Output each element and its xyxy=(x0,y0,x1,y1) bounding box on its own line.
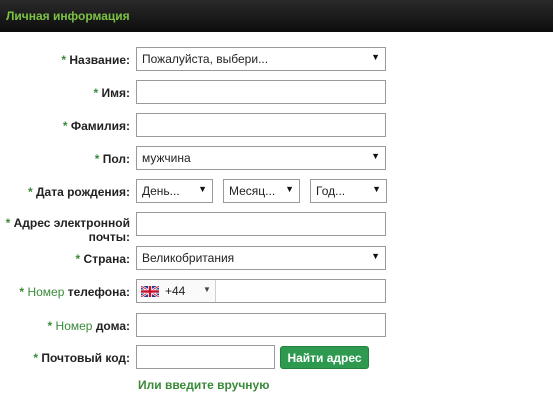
house-number-input[interactable] xyxy=(136,313,386,337)
last-name-input[interactable] xyxy=(136,113,386,137)
dropdown-arrow-icon: ▼ xyxy=(371,151,380,161)
email-input[interactable] xyxy=(136,212,386,236)
dropdown-arrow-icon: ▼ xyxy=(371,251,380,261)
country-label: * Страна: xyxy=(75,252,130,266)
dob-year-select[interactable]: Год... ▼ xyxy=(310,179,387,203)
dob-month-select[interactable]: Месяц... ▼ xyxy=(223,179,300,203)
title-label: * Название: xyxy=(61,53,130,67)
last-name-label: * Фамилия: xyxy=(62,119,130,133)
gender-label: * Пол: xyxy=(94,152,130,166)
phone-input[interactable]: +44 ▼ xyxy=(136,279,386,303)
first-name-input[interactable] xyxy=(136,80,386,104)
dob-day-select[interactable]: День... ▼ xyxy=(136,179,213,203)
section-header: Личная информация xyxy=(0,0,553,32)
phone-label: * Номер телефона: xyxy=(19,285,130,299)
section-title: Личная информация xyxy=(6,9,130,23)
uk-flag-icon xyxy=(141,286,159,297)
find-address-button[interactable]: Найти адрес xyxy=(280,346,369,369)
chevron-down-icon: ▼ xyxy=(203,285,211,294)
postcode-input[interactable] xyxy=(136,345,275,369)
title-select[interactable]: Пожалуйста, выбери... ▼ xyxy=(136,47,386,71)
dropdown-arrow-icon: ▼ xyxy=(371,52,380,62)
country-select[interactable]: Великобритания ▼ xyxy=(136,246,386,270)
email-label: * Адрес электронной почты: xyxy=(5,216,130,244)
house-label: * Номер дома: xyxy=(47,319,130,333)
dob-label: * Дата рождения: xyxy=(27,185,130,199)
dropdown-arrow-icon: ▼ xyxy=(285,184,294,194)
enter-manually-link[interactable]: Или введите вручную xyxy=(138,378,269,392)
postcode-label: * Почтовый код: xyxy=(33,351,130,365)
country-code-picker[interactable]: +44 ▼ xyxy=(137,280,216,302)
first-name-label: * Имя: xyxy=(93,86,130,100)
dropdown-arrow-icon: ▼ xyxy=(372,184,381,194)
gender-select[interactable]: мужчина ▼ xyxy=(136,146,386,170)
dropdown-arrow-icon: ▼ xyxy=(198,184,207,194)
